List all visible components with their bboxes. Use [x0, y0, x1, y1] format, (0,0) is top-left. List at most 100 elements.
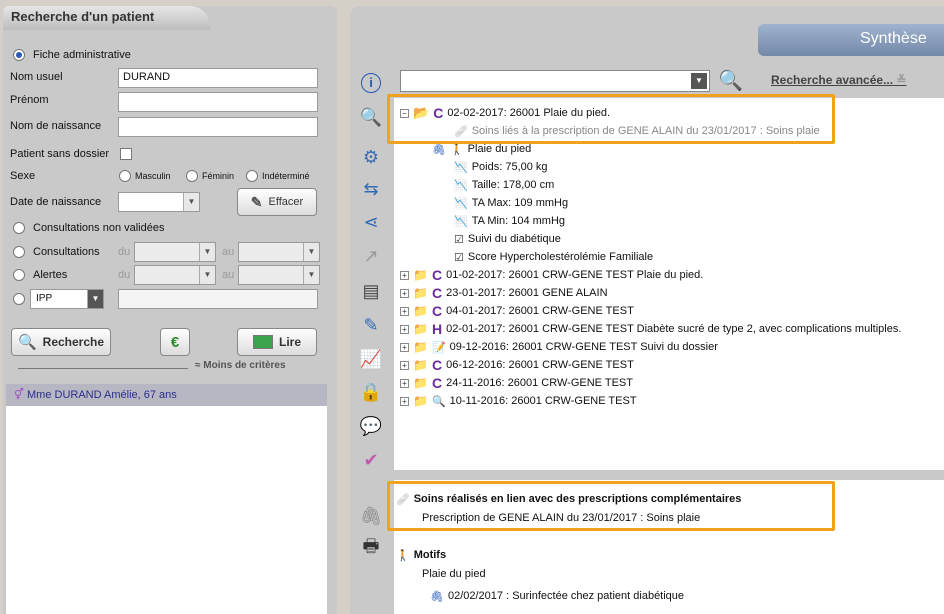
validate-icon[interactable]: ✔ [358, 447, 384, 473]
tree-measure-row[interactable]: 📉 TA Max: 109 mmHg [454, 194, 568, 212]
consult-non-valid-radio[interactable] [13, 222, 25, 234]
highlight-box [387, 481, 835, 531]
tree-measure-row[interactable]: 📉 Taille: 178,00 cm [454, 176, 554, 194]
lock-icon[interactable]: 🔒 [358, 379, 384, 405]
tree-row[interactable]: + 📁 C 04-01-2017: 26001 CRW-GENE TEST [400, 302, 634, 320]
alertes-radio[interactable] [13, 269, 25, 281]
tree-measure-row[interactable]: 📉 Poids: 75,00 kg [454, 158, 548, 176]
masculin-radio[interactable] [119, 170, 131, 182]
consultation-c-icon: C [431, 357, 443, 373]
tree-row[interactable]: + 📁 🔍 10-11-2016: 26001 CRW-GENE TEST [400, 392, 637, 410]
consult-from-date[interactable]: ▼ [134, 242, 216, 262]
measure-chart-icon: 📉 [454, 215, 468, 228]
patient-result-text: Mme DURAND Amélie, 67 ans [27, 389, 177, 401]
consultations-radio[interactable] [13, 246, 25, 258]
tree-row[interactable]: + 📁 C 24-11-2016: 26001 CRW-GENE TEST [400, 374, 633, 392]
recherche-button[interactable]: 🔍 Recherche [11, 328, 111, 356]
nom-usuel-input[interactable]: DURAND [118, 68, 318, 88]
transfer-icon[interactable]: ⇆ [358, 176, 384, 202]
chevron-down-icon: ▼ [691, 73, 707, 89]
form-check-icon: ☑ [454, 233, 464, 246]
patient-result-row[interactable]: ⚥ Mme DURAND Amélie, 67 ans [6, 384, 327, 406]
tree-row[interactable]: + 📁 C 01-02-2017: 26001 CRW-GENE TEST Pl… [400, 266, 703, 284]
tree-row[interactable]: + 📁 C 23-01-2017: 26001 GENE ALAIN [400, 284, 608, 302]
expand-icon[interactable]: + [400, 342, 409, 352]
message-icon[interactable]: 💬 [358, 413, 384, 439]
nom-naissance-label: Nom de naissance [10, 120, 102, 132]
alertes-to-date[interactable]: ▼ [238, 265, 320, 285]
chevron-down-icon: ▼ [183, 193, 199, 211]
folder-icon: 📁 [413, 322, 428, 336]
fiche-admin-radio[interactable] [13, 49, 25, 61]
export-icon[interactable]: ↗ [358, 243, 384, 269]
expand-icon[interactable]: + [400, 396, 409, 406]
ipp-radio[interactable] [13, 293, 25, 305]
tree-row[interactable]: + 📁 📝 09-12-2016: 26001 CRW-GENE TEST Su… [400, 338, 718, 356]
tree-form-row[interactable]: ☑ Suivi du diabétique [454, 230, 561, 248]
tree-form-row[interactable]: ☑ Score Hypercholestérolémie Familiale [454, 248, 653, 266]
expand-icon[interactable]: + [400, 360, 409, 370]
date-naissance-picker[interactable]: ▼ [118, 192, 200, 212]
attachments-icon[interactable]: 🖇 [358, 503, 384, 529]
info-icon[interactable]: i [358, 70, 384, 96]
tree-row-label: 02-01-2017: 26001 CRW-GENE TEST Diabète … [446, 323, 902, 335]
patient-search-panel: Recherche d'un patient Fiche administrat… [3, 6, 337, 614]
tree-row[interactable]: + 📁 C 06-12-2016: 26001 CRW-GENE TEST [400, 356, 634, 374]
record-search-combo[interactable]: ▼ [400, 70, 710, 92]
tree-row-label: 04-01-2017: 26001 CRW-GENE TEST [446, 305, 634, 317]
form-check-icon: ☑ [454, 251, 464, 264]
printer-icon[interactable]: 🖶 [358, 536, 384, 562]
synthese-tab[interactable]: Synthèse [758, 24, 944, 56]
share-icon[interactable]: ⋖ [358, 209, 384, 235]
sans-dossier-checkbox[interactable] [120, 148, 132, 160]
moins-criteres-link[interactable]: ≈ Moins de critères [195, 360, 286, 371]
folder-icon: 📁 [413, 358, 428, 372]
chevron-down-icon: ▼ [303, 266, 319, 284]
chart-icon[interactable]: 📈 [358, 346, 384, 372]
panel-title: Recherche d'un patient [3, 6, 210, 30]
eraser-icon: ✎ [250, 193, 263, 210]
ipp-input[interactable] [118, 289, 318, 309]
search-icon[interactable]: 🔍 [718, 68, 743, 93]
tree-row-label: 24-11-2016: 26001 CRW-GENE TEST [446, 377, 633, 389]
consult-to-date[interactable]: ▼ [238, 242, 320, 262]
chevron-down-icon: ▼ [199, 243, 215, 261]
paperclip-icon: 🖇 [432, 143, 446, 156]
feminin-label: Féminin [202, 171, 235, 181]
tree-row-label: Poids: 75,00 kg [471, 161, 548, 173]
prenom-input[interactable] [118, 92, 318, 112]
expand-icon[interactable]: + [400, 270, 409, 280]
folder-icon: 📁 [413, 340, 428, 354]
folder-icon: 📁 [413, 304, 428, 318]
ipp-value: IPP [36, 293, 53, 304]
effacer-button[interactable]: ✎ Effacer [237, 188, 317, 216]
feminin-radio[interactable] [186, 170, 198, 182]
alertes-from-date[interactable]: ▼ [134, 265, 216, 285]
print-preview-icon[interactable]: ▤ [358, 278, 384, 304]
effacer-label: Effacer [268, 196, 304, 208]
settings-gear-icon[interactable]: ⚙ [358, 144, 384, 170]
zoom-out-icon[interactable]: 🔍 [358, 104, 384, 130]
advanced-search-link[interactable]: Recherche avancée... ≚ [771, 73, 906, 87]
tree-row[interactable]: + 📁 H 02-01-2017: 26001 CRW-GENE TEST Di… [400, 320, 901, 338]
folder-icon: 📁 [413, 286, 428, 300]
indetermine-label: Indéterminé [262, 171, 310, 181]
fiche-admin-label: Fiche administrative [33, 49, 131, 61]
euro-button[interactable]: € [160, 328, 190, 356]
tools-icon[interactable]: ✎ [358, 312, 384, 338]
lire-carte-vitale-button[interactable]: Lire [237, 328, 317, 356]
sexe-label: Sexe [10, 170, 36, 182]
nom-naissance-input[interactable] [118, 117, 318, 137]
indetermine-radio[interactable] [246, 170, 258, 182]
ipp-select[interactable]: IPP ▼ [30, 289, 104, 309]
tree-row-label: Score Hypercholestérolémie Familiale [467, 251, 654, 263]
tree-row-label: 01-02-2017: 26001 CRW-GENE TEST Plaie du… [446, 269, 704, 281]
expand-icon[interactable]: + [400, 378, 409, 388]
expand-icon[interactable]: + [400, 288, 409, 298]
expand-icon[interactable]: + [400, 306, 409, 316]
tree-measure-row[interactable]: 📉 TA Min: 104 mmHg [454, 212, 565, 230]
expand-icon[interactable]: + [400, 324, 409, 334]
measure-chart-icon: 📉 [454, 197, 468, 210]
motif-person-icon: 🚶 [396, 549, 410, 562]
tree-row-label: 23-01-2017: 26001 GENE ALAIN [446, 287, 608, 299]
